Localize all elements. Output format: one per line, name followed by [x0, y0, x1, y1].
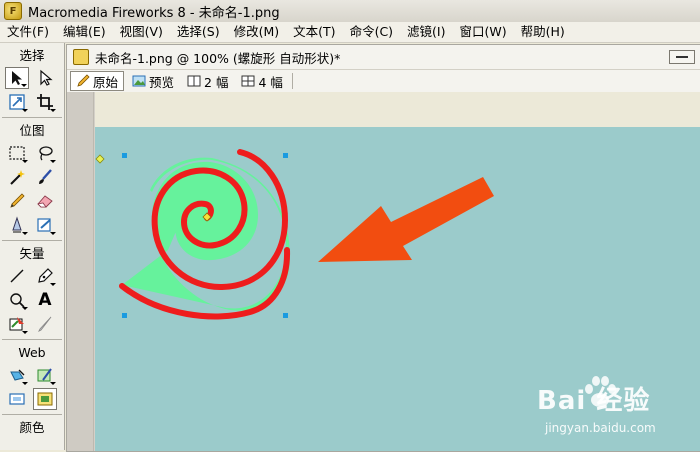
watermark-url: jingyan.baidu.com: [545, 421, 656, 435]
selection-handle[interactable]: [283, 153, 288, 158]
baidu-paw-icon: [585, 376, 616, 407]
shape-control-diamond[interactable]: [95, 154, 105, 164]
selection-handle[interactable]: [122, 313, 127, 318]
selection-handle[interactable]: [283, 313, 288, 318]
selection-handle[interactable]: [122, 153, 127, 158]
annotation-arrow: [318, 177, 494, 262]
